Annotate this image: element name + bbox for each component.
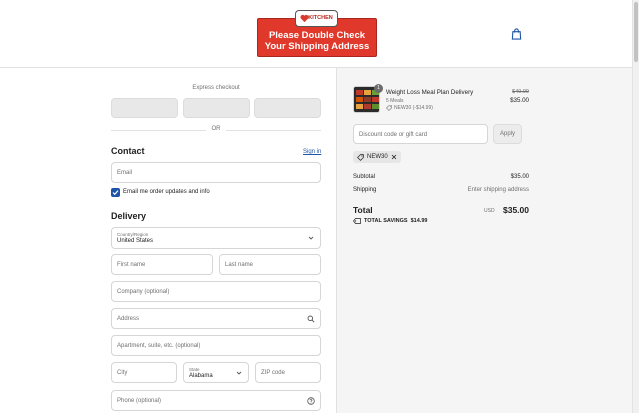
state-value: Alabama	[189, 373, 213, 379]
product-variant: 5 Meals	[386, 98, 404, 104]
company-field[interactable]: Company (optional)	[111, 281, 321, 302]
shopping-bag-icon[interactable]	[511, 28, 522, 40]
or-divider-label: OR	[206, 126, 226, 132]
last-name-placeholder: Last name	[225, 262, 254, 268]
total-label: Total	[353, 205, 373, 215]
total-savings: TOTAL SAVINGS $14.99	[353, 218, 427, 224]
company-placeholder: Company (optional)	[117, 289, 170, 295]
email-placeholder: Email	[117, 170, 133, 176]
apartment-field[interactable]: Apartment, suite, etc. (optional)	[111, 335, 321, 356]
state-select[interactable]: State Alabama	[183, 362, 249, 383]
close-icon[interactable]	[391, 154, 397, 160]
address-field[interactable]: Address	[111, 308, 321, 329]
heart-icon	[300, 14, 309, 23]
tag-icon	[386, 105, 392, 111]
country-value: United States	[117, 238, 154, 244]
country-label: Country/Region	[117, 232, 149, 237]
contact-title: Contact	[111, 146, 145, 156]
product-discount: NEW30 (-$14.99)	[386, 105, 433, 111]
express-pay-button-3[interactable]	[254, 98, 321, 118]
apartment-placeholder: Apartment, suite, etc. (optional)	[117, 343, 201, 349]
zip-placeholder: ZIP code	[261, 370, 285, 376]
shipping-value: Enter shipping address	[467, 187, 529, 193]
first-name-placeholder: First name	[117, 262, 146, 268]
tag-icon	[357, 153, 364, 161]
express-pay-button-2[interactable]	[183, 98, 250, 118]
sign-in-link[interactable]: Sign in	[303, 149, 321, 155]
last-name-field[interactable]: Last name	[219, 254, 321, 275]
savings-value: $14.99	[410, 218, 428, 224]
savings-tag-icon	[353, 218, 361, 224]
savings-label: TOTAL SAVINGS	[364, 218, 408, 224]
city-field[interactable]: City	[111, 362, 177, 383]
logo-badge: KITCHEN	[295, 10, 338, 27]
scrollbar-thumb[interactable]	[634, 2, 638, 62]
phone-field[interactable]: Phone (optional)	[111, 390, 321, 411]
subtotal-value: $35.00	[510, 174, 529, 180]
currency-code: USD	[484, 208, 495, 214]
search-icon	[307, 315, 315, 323]
applied-code: NEW30	[367, 154, 388, 160]
original-price: $49.99	[512, 89, 529, 95]
product-price: $35.00	[510, 97, 529, 104]
checkmark-icon	[112, 190, 119, 196]
country-select[interactable]: Country/Region United States	[111, 227, 321, 249]
product-discount-text: NEW30 (-$14.99)	[394, 105, 433, 111]
email-field[interactable]: Email	[111, 162, 321, 183]
product-name: Weight Loss Meal Plan Delivery	[386, 89, 474, 96]
banner-line-2: Your Shipping Address	[264, 40, 370, 52]
express-checkout-title: Express checkout	[192, 85, 240, 91]
discount-placeholder: Discount code or gift card	[359, 132, 428, 138]
express-pay-button-1[interactable]	[111, 98, 178, 118]
page-scrollbar[interactable]	[632, 0, 639, 413]
total-value: $35.00	[503, 205, 529, 215]
subtotal-label: Subtotal	[353, 174, 376, 180]
apply-button[interactable]: Apply	[493, 124, 522, 144]
delivery-title: Delivery	[111, 211, 147, 221]
order-summary-panel	[337, 68, 632, 413]
discount-code-field[interactable]: Discount code or gift card	[353, 124, 488, 144]
zip-field[interactable]: ZIP code	[255, 362, 321, 383]
first-name-field[interactable]: First name	[111, 254, 213, 275]
store-logo[interactable]: KITCHEN Please Double Check Your Shippin…	[257, 10, 377, 57]
logo-text: KITCHEN	[308, 14, 333, 21]
email-updates-checkbox[interactable]	[111, 188, 120, 197]
email-updates-label: Email me order updates and info	[123, 189, 210, 195]
chevron-down-icon	[308, 236, 314, 240]
banner-line-1: Please Double Check	[268, 29, 366, 41]
chevron-down-icon	[236, 371, 242, 375]
shipping-label: Shipping	[353, 187, 377, 193]
city-placeholder: City	[117, 370, 128, 376]
checkout-header: KITCHEN Please Double Check Your Shippin…	[0, 0, 632, 68]
quantity-badge: 1	[374, 84, 383, 93]
phone-placeholder: Phone (optional)	[117, 398, 162, 404]
address-placeholder: Address	[117, 316, 140, 322]
applied-discount-chip: NEW30	[353, 151, 401, 163]
state-label: State	[189, 367, 200, 372]
help-icon[interactable]	[307, 397, 315, 405]
